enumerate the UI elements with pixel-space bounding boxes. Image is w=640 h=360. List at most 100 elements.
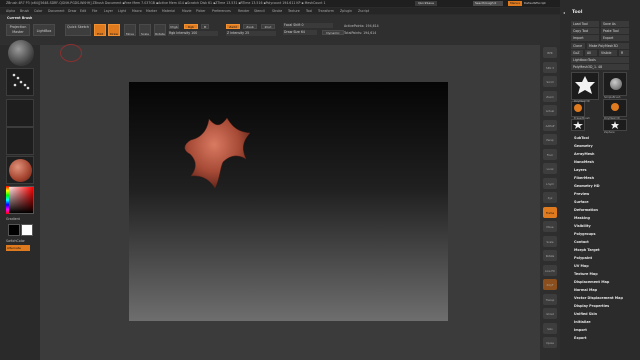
subpalette-polypaint[interactable]: Polypaint <box>574 256 592 260</box>
subpalette-fibermesh[interactable]: FiberMesh <box>574 176 594 180</box>
shelf-transp-button[interactable]: Transp <box>543 293 557 305</box>
shelf-aahalf-button[interactable]: AAHalf <box>543 119 557 131</box>
menu-picker[interactable]: Picker <box>196 9 206 13</box>
clone-button[interactable]: Clone <box>571 43 585 49</box>
tool-thumb-polymesh[interactable] <box>603 99 627 117</box>
subpalette-masking[interactable]: Masking <box>574 216 590 220</box>
menu-zplugin[interactable]: Zplugin <box>340 9 352 13</box>
draw-button[interactable]: Draw <box>108 24 120 36</box>
subpalette-export[interactable]: Export <box>574 336 587 340</box>
load-tool-button[interactable]: Load Tool <box>571 21 599 27</box>
make-polymesh-button[interactable]: Make PolyMesh3D <box>587 43 629 49</box>
zsub-button[interactable]: Zsub <box>243 24 257 29</box>
gradient-label[interactable]: Gradient <box>6 217 20 221</box>
shelf-scroll-button[interactable]: Scroll <box>543 76 557 87</box>
palette-toggle-icon[interactable]: ◂ <box>563 10 565 15</box>
menus-toggle[interactable]: Menus <box>508 1 522 6</box>
subpalette-unified-skin[interactable]: Unified Skin <box>574 312 597 316</box>
save-as-button[interactable]: Save As <box>601 21 629 27</box>
menu-transform[interactable]: Transform <box>318 9 334 13</box>
r-button[interactable]: R <box>619 50 629 56</box>
subpalette-morph-target[interactable]: Morph Target <box>574 248 600 252</box>
menu-preferences[interactable]: Preferences <box>212 9 231 13</box>
shelf-solo-button[interactable]: Solo <box>543 322 557 334</box>
shelf-xpose-button[interactable]: Xpose <box>543 337 557 348</box>
edit-button[interactable]: Edit <box>94 24 106 36</box>
subpalette-visibility[interactable]: Visibility <box>574 224 591 228</box>
export-button[interactable]: Export <box>601 35 629 41</box>
shelf-spix-3-button[interactable]: SPix 3 <box>543 61 557 73</box>
menu-texture[interactable]: Texture <box>288 9 300 13</box>
color-picker[interactable] <box>6 186 34 214</box>
tool-palette-title[interactable]: Tool <box>572 10 582 15</box>
scale-button[interactable]: Scale <box>139 24 151 36</box>
subpalette-geometry[interactable]: Geometry <box>574 144 593 148</box>
shelf-local-button[interactable]: Local <box>543 163 557 174</box>
see-through-slider[interactable]: See-through 0 <box>473 1 503 6</box>
subpalette-contact[interactable]: Contact <box>574 240 589 244</box>
menu-movie[interactable]: Movie <box>182 9 191 13</box>
shelf-floor-button[interactable]: Floor <box>543 148 557 160</box>
dynamic-button[interactable]: Dynamic <box>322 30 344 35</box>
tool-thumb-simplebrush[interactable] <box>603 72 627 96</box>
zadd-button[interactable]: Zadd <box>226 24 240 29</box>
subpalette-arraymesh[interactable]: ArrayMesh <box>574 152 594 156</box>
default-zscript-label[interactable]: DefaultZScript <box>524 1 546 6</box>
rotate-button[interactable]: Rotate <box>154 24 166 36</box>
mrgb-button[interactable]: Mrgb <box>169 24 179 29</box>
shelf-line-fill-button[interactable]: Line Fill <box>543 264 557 276</box>
subpalette-normal-map[interactable]: Normal Map <box>574 288 597 292</box>
shelf-bpr-button[interactable]: BPR <box>543 47 557 58</box>
shelf-zoom-button[interactable]: Zoom <box>543 90 557 102</box>
subpalette-initialize[interactable]: Initialize <box>574 320 591 324</box>
shelf-polyf-button[interactable]: PolyF <box>543 279 557 290</box>
material-thumbnail[interactable] <box>6 156 34 184</box>
menu-marker[interactable]: Marker <box>146 9 157 13</box>
texture-thumbnail[interactable] <box>6 127 34 155</box>
copy-tool-button[interactable]: Copy Tool <box>571 28 599 34</box>
hue-strip[interactable] <box>6 186 9 214</box>
menu-brush[interactable]: Brush <box>20 9 29 13</box>
subpalette-layers[interactable]: Layers <box>574 168 587 172</box>
tool-thumb-zsphere[interactable] <box>603 119 627 131</box>
subpalette-deformation[interactable]: Deformation <box>574 208 598 212</box>
subpalette-display-properties[interactable]: Display Properties <box>574 304 609 308</box>
draw-size-slider[interactable]: Draw Size 64 <box>283 30 317 35</box>
quick-sketch-button[interactable]: Quick Sketch <box>65 24 91 36</box>
paste-tool-button[interactable]: Paste Tool <box>601 28 629 34</box>
projection-master-button[interactable]: Projection Master <box>6 24 30 36</box>
menu-file[interactable]: File <box>92 9 97 13</box>
tool-thumb-polymesh-large[interactable] <box>571 72 599 100</box>
menu-layer[interactable]: Layer <box>104 9 113 13</box>
m-button[interactable]: M <box>201 24 209 29</box>
lightbox-tools-button[interactable]: Lightbox›Tools <box>571 57 629 63</box>
menu-tool[interactable]: Tool <box>306 9 312 13</box>
subpalette-surface[interactable]: Surface <box>574 200 589 204</box>
switch-color-button[interactable]: SwitchColor <box>6 239 25 243</box>
menu-stroke[interactable]: Stroke <box>272 9 282 13</box>
shelf-ghost-button[interactable]: Ghost <box>543 308 557 319</box>
star-mesh[interactable] <box>129 82 448 321</box>
visible-button[interactable]: Visible <box>599 50 617 56</box>
subpalette-nanomesh[interactable]: NanoMesh <box>574 160 594 164</box>
document-canvas[interactable] <box>129 82 448 321</box>
secondary-color-swatch[interactable] <box>21 224 33 236</box>
menu-alpha[interactable]: Alpha <box>6 9 15 13</box>
menu-light[interactable]: Light <box>118 9 126 13</box>
all-button[interactable]: All <box>585 50 597 56</box>
menu-stencil[interactable]: Stencil <box>254 9 265 13</box>
menu-material[interactable]: Material <box>162 9 175 13</box>
quicksave-button[interactable]: QuickSave <box>415 1 437 6</box>
shelf-frame-button[interactable]: Frame <box>543 206 557 218</box>
subpalette-subtool[interactable]: SubTool <box>574 136 589 140</box>
brush-thumbnail[interactable] <box>8 40 34 66</box>
subpalette-geometry-hd[interactable]: Geometry HD <box>574 184 600 188</box>
move-button[interactable]: Move <box>124 24 136 36</box>
shelf-scale-button[interactable]: Scale <box>543 235 557 247</box>
rgb-intensity-slider[interactable]: Rgb Intensity 100 <box>168 31 218 36</box>
z-intensity-slider[interactable]: Z Intensity 25 <box>226 31 276 36</box>
lightbox-button[interactable]: LightBox <box>33 24 55 36</box>
tool-thumb-polymesh-small[interactable] <box>571 119 585 131</box>
rgb-button[interactable]: Rgb <box>184 24 198 29</box>
subpalette-displacement-map[interactable]: Displacement Map <box>574 280 609 284</box>
